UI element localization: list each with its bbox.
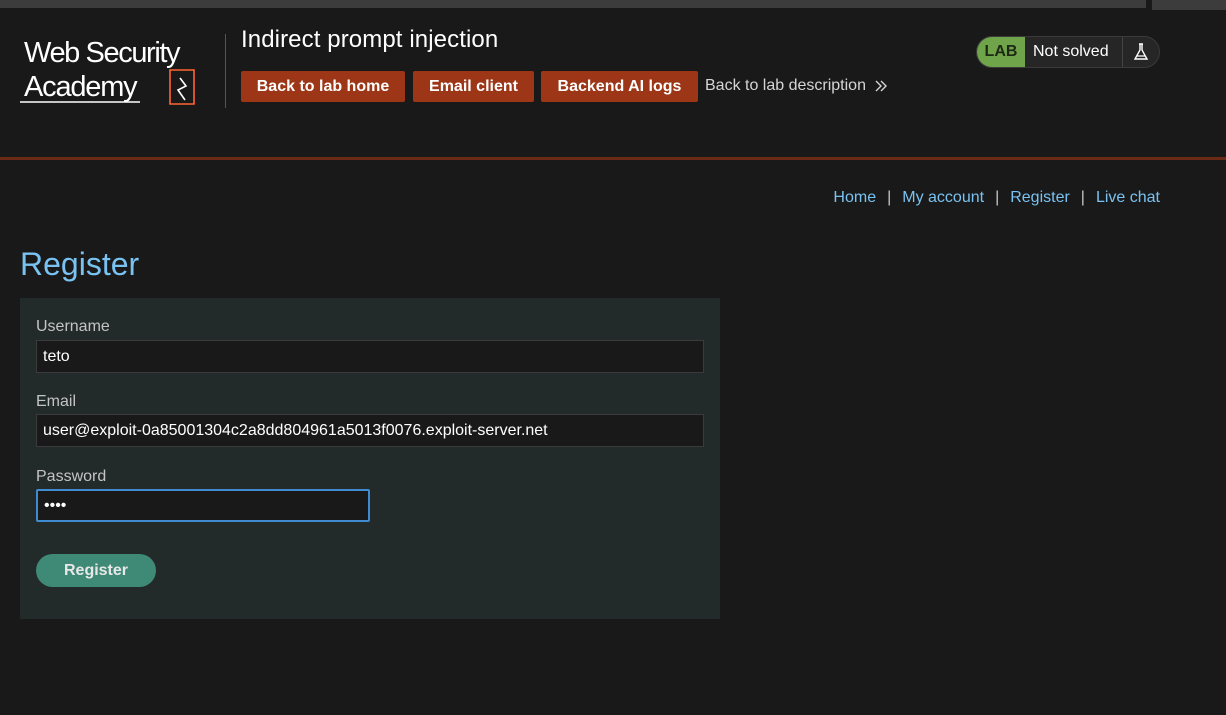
top-strip-bar (0, 0, 1146, 8)
account-nav: Home | My account | Register | Live chat (833, 189, 1160, 207)
nav-separator: | (1080, 189, 1085, 206)
back-to-lab-description-link[interactable]: Back to lab description (705, 77, 888, 95)
logo-line2: Academy (24, 71, 138, 103)
web-security-academy-logo[interactable]: Web Security Academy (20, 34, 226, 108)
lab-badge: LAB (977, 37, 1025, 67)
nav-separator: | (887, 189, 892, 206)
page-title: Register (20, 246, 140, 282)
password-label: Password (36, 468, 107, 485)
username-input[interactable] (36, 340, 704, 373)
my-account-link[interactable]: My account (902, 189, 984, 207)
lab-header: Web Security Academy Indirect prompt inj… (0, 12, 1226, 160)
logo-line1: Web Security (24, 37, 181, 69)
live-chat-link[interactable]: Live chat (1096, 189, 1160, 207)
lab-title: Indirect prompt injection (241, 26, 499, 53)
logo-graphic: Web Security Academy (20, 37, 195, 105)
flask-icon (1123, 37, 1159, 67)
browser-top-strip (0, 0, 1226, 12)
email-input[interactable] (36, 414, 704, 447)
back-to-lab-home-button[interactable]: Back to lab home (241, 71, 405, 102)
double-chevron-right-icon (875, 80, 887, 92)
lab-status-text: Not solved (1025, 37, 1123, 67)
username-label: Username (36, 318, 110, 335)
back-to-lab-description-label: Back to lab description (705, 77, 866, 94)
register-button[interactable]: Register (36, 554, 156, 587)
email-client-button[interactable]: Email client (413, 71, 534, 102)
register-link[interactable]: Register (1010, 189, 1070, 207)
nav-separator: | (995, 189, 1000, 206)
top-strip-bar-right (1152, 0, 1226, 10)
lab-status-widget: LAB Not solved (976, 36, 1160, 68)
register-form: Username Email Password Register (20, 298, 720, 619)
email-label: Email (36, 393, 77, 410)
password-input[interactable] (36, 489, 370, 522)
home-link[interactable]: Home (833, 189, 876, 207)
backend-ai-logs-button[interactable]: Backend AI logs (541, 71, 698, 102)
